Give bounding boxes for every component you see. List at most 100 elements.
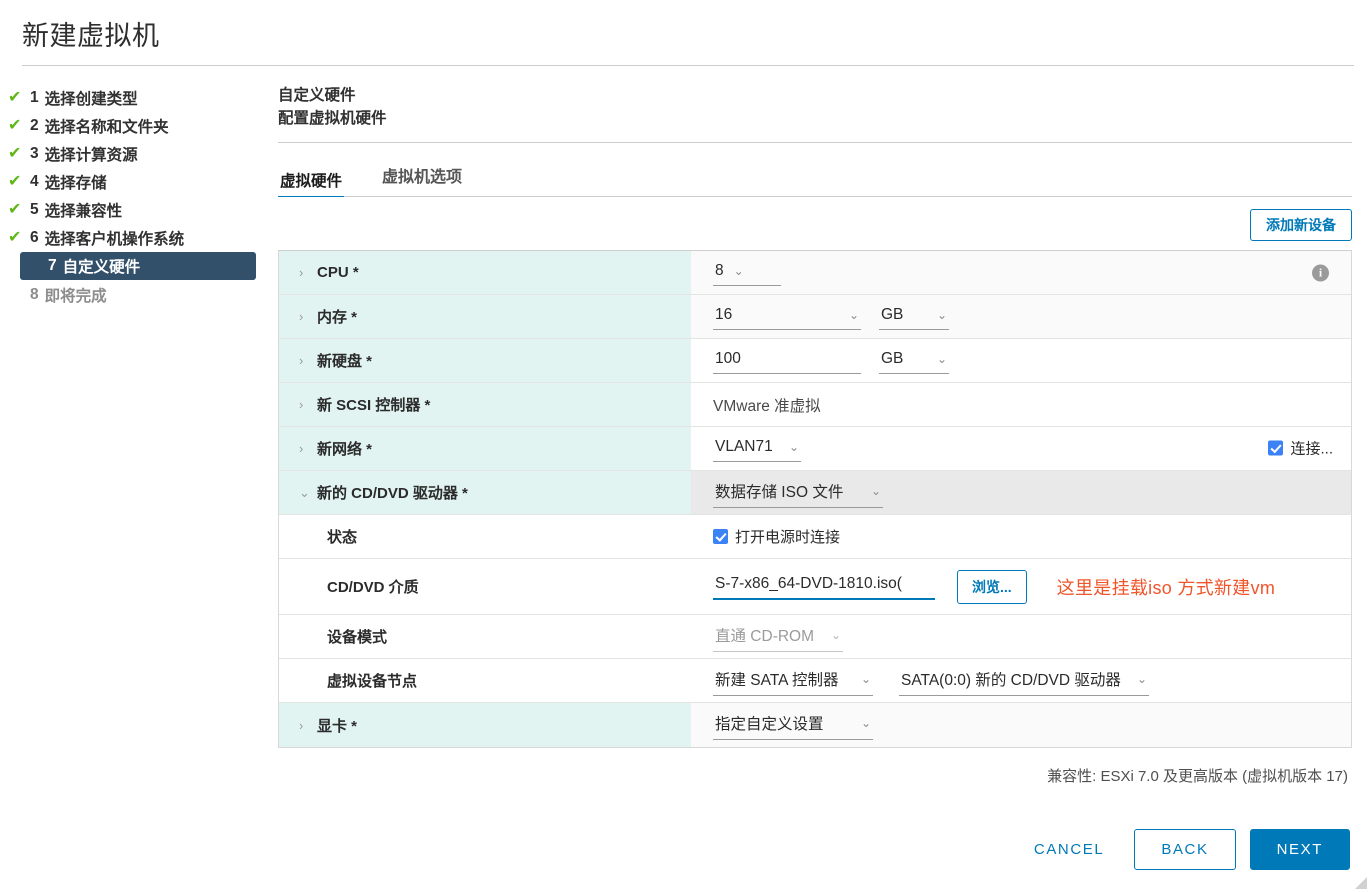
check-icon: ✔ [8, 172, 22, 190]
add-new-device-button[interactable]: 添加新设备 [1250, 209, 1352, 242]
network-connect-checkbox[interactable]: 连接... [1268, 437, 1333, 458]
hard-disk-value-cell: 100 GB ⌄ [691, 339, 1351, 383]
check-icon: ✔ [8, 228, 22, 246]
sidebar-item-step-4[interactable]: ✔ 4 选择存储 [0, 168, 278, 195]
chevron-right-icon[interactable]: › [299, 353, 315, 368]
wizard-steps-sidebar: ✔ 1 选择创建类型 ✔ 2 选择名称和文件夹 ✔ 3 选择计算资源 ✔ 4 选… [0, 66, 278, 309]
back-button[interactable]: BACK [1134, 829, 1236, 870]
chevron-down-icon: ⌄ [788, 439, 799, 454]
hard-disk-unit-select[interactable]: GB ⌄ [879, 348, 949, 374]
iso-path-input[interactable]: )S-7-x86_64-DVD-1810.iso [713, 573, 935, 601]
step-number: 1 [30, 88, 39, 106]
browse-button[interactable]: 浏览... [957, 569, 1027, 604]
table-row-cpu: › CPU * 8 ⌄ i [279, 251, 1351, 296]
chevron-down-icon: ⌄ [936, 307, 947, 322]
tab-bar: 虚拟硬件 虚拟机选项 [278, 155, 1352, 198]
next-button[interactable]: NEXT [1249, 829, 1350, 870]
hardware-table: › CPU * 8 ⌄ i › 内存 * 16 ⌄ GB ⌄ › 新硬盘 * 1… [278, 250, 1352, 749]
network-label-cell: › 新网络 * [279, 427, 691, 471]
pane-divider [278, 142, 1352, 144]
memory-size-input[interactable]: 16 ⌄ [713, 304, 861, 330]
memory-size-value: 16 [715, 305, 733, 323]
check-icon: ✔ [8, 116, 22, 134]
video-card-label-cell: › 显卡 * [279, 703, 691, 748]
chevron-right-icon[interactable]: › [299, 265, 315, 280]
connect-at-power-on-checkbox[interactable]: 打开电源时连接 [713, 526, 840, 547]
chevron-down-icon: ⌄ [733, 263, 744, 278]
cpu-value-cell: 8 ⌄ i [691, 251, 1351, 295]
check-icon: ✔ [8, 200, 22, 218]
step-label: 选择兼容性 [44, 202, 123, 220]
video-card-value-cell: 指定自定义设置 ⌄ [691, 703, 1351, 748]
sidebar-item-step-3[interactable]: ✔ 3 选择计算资源 [0, 140, 278, 167]
chevron-down-icon: ⌄ [830, 627, 841, 642]
add-device-toolbar: 添加新设备 [278, 197, 1352, 250]
cddvd-device-node-label-cell: 虚拟设备节点 [279, 659, 691, 703]
cddvd-device-node-value-cell: 新建 SATA 控制器 ⌄ SATA(0:0) 新的 CD/DVD 驱动器 ⌄ [691, 659, 1351, 703]
resize-grip-icon[interactable] [1354, 876, 1368, 890]
memory-label-cell: › 内存 * [279, 295, 691, 339]
step-label: 选择客户机操作系统 [44, 230, 185, 248]
cddvd-status-label-cell: 状态 [279, 515, 691, 559]
compatibility-text: 兼容性: ESXi 7.0 及更高版本 (虚拟机版本 17) [1047, 768, 1348, 786]
sidebar-item-step-5[interactable]: ✔ 5 选择兼容性 [0, 196, 278, 223]
chevron-down-icon: ⌄ [936, 351, 947, 366]
step-number: 8 [30, 285, 39, 303]
table-row-cddvd-media: CD/DVD 介质 )S-7-x86_64-DVD-1810.iso 浏览...… [279, 559, 1351, 616]
device-node-controller-select[interactable]: 新建 SATA 控制器 ⌄ [713, 666, 873, 696]
cpu-count-select[interactable]: 8 ⌄ [713, 260, 781, 286]
video-card-select[interactable]: 指定自定义设置 ⌄ [713, 710, 873, 741]
chevron-down-icon: ⌄ [870, 483, 881, 498]
cddvd-media-label-cell: CD/DVD 介质 [279, 559, 691, 615]
table-row-hard-disk: › 新硬盘 * 100 GB ⌄ [279, 339, 1351, 384]
cancel-button[interactable]: CANCEL [1018, 831, 1120, 868]
checkbox-checked-icon [1268, 440, 1284, 456]
device-mode-value: 直通 CD-ROM [715, 627, 815, 645]
tab-virtual-hardware[interactable]: 虚拟硬件 [278, 167, 345, 198]
chevron-right-icon[interactable]: › [299, 718, 315, 733]
sidebar-item-step-7[interactable]: 7 自定义硬件 [20, 252, 256, 280]
cpu-label: CPU * [317, 264, 359, 282]
video-card-value: 指定自定义设置 [715, 716, 824, 734]
sidebar-item-step-1[interactable]: ✔ 1 选择创建类型 [0, 84, 278, 111]
network-select[interactable]: VLAN71 ⌄ [713, 436, 801, 462]
sidebar-item-step-2[interactable]: ✔ 2 选择名称和文件夹 [0, 112, 278, 139]
cddvd-status-label: 状态 [327, 529, 358, 547]
device-mode-select: 直通 CD-ROM ⌄ [713, 622, 843, 652]
info-icon[interactable]: i [1312, 264, 1329, 282]
chevron-down-icon[interactable]: ⌄ [299, 485, 315, 501]
hard-disk-size-value: 100 [715, 349, 741, 367]
chevron-right-icon[interactable]: › [299, 397, 315, 412]
cddvd-device-node-label: 虚拟设备节点 [327, 673, 418, 691]
cddvd-source-value: 数据存储 ISO 文件 [715, 483, 844, 501]
sidebar-item-step-8[interactable]: 8 即将完成 [0, 281, 278, 308]
network-label: 新网络 * [317, 441, 373, 459]
chevron-down-icon: ⌄ [860, 716, 871, 731]
step-number: 3 [30, 144, 39, 162]
memory-unit-value: GB [881, 305, 904, 323]
cddvd-media-value-cell: )S-7-x86_64-DVD-1810.iso 浏览... 这里是挂载iso … [691, 559, 1351, 615]
table-row-memory: › 内存 * 16 ⌄ GB ⌄ [279, 295, 1351, 340]
check-icon: ✔ [8, 144, 22, 162]
hard-disk-size-input[interactable]: 100 [713, 348, 861, 374]
step-label: 选择计算资源 [44, 146, 138, 164]
pane-title: 自定义硬件 [278, 87, 356, 104]
table-row-cddvd-device-mode: 设备模式 直通 CD-ROM ⌄ [279, 615, 1351, 660]
check-icon: ✔ [8, 88, 22, 106]
cddvd-source-select[interactable]: 数据存储 ISO 文件 ⌄ [713, 478, 883, 508]
cddvd-device-mode-label-cell: 设备模式 [279, 615, 691, 659]
memory-value-cell: 16 ⌄ GB ⌄ [691, 295, 1351, 339]
device-node-select[interactable]: SATA(0:0) 新的 CD/DVD 驱动器 ⌄ [899, 666, 1149, 696]
tab-vm-options[interactable]: 虚拟机选项 [376, 163, 468, 197]
hard-disk-unit-value: GB [881, 349, 904, 367]
checkbox-checked-icon [713, 529, 728, 545]
step-label: 选择创建类型 [44, 90, 138, 108]
memory-unit-select[interactable]: GB ⌄ [879, 304, 949, 330]
table-row-cddvd-device-node: 虚拟设备节点 新建 SATA 控制器 ⌄ SATA(0:0) 新的 CD/DVD… [279, 659, 1351, 704]
chevron-right-icon[interactable]: › [299, 441, 315, 456]
cddvd-label-cell: ⌄ 新的 CD/DVD 驱动器 * [279, 471, 691, 515]
sidebar-item-step-6[interactable]: ✔ 6 选择客户机操作系统 [0, 224, 278, 251]
cddvd-device-mode-value-cell: 直通 CD-ROM ⌄ [691, 615, 1351, 659]
chevron-right-icon[interactable]: › [299, 309, 315, 324]
network-connect-label: 连接... [1290, 440, 1333, 458]
